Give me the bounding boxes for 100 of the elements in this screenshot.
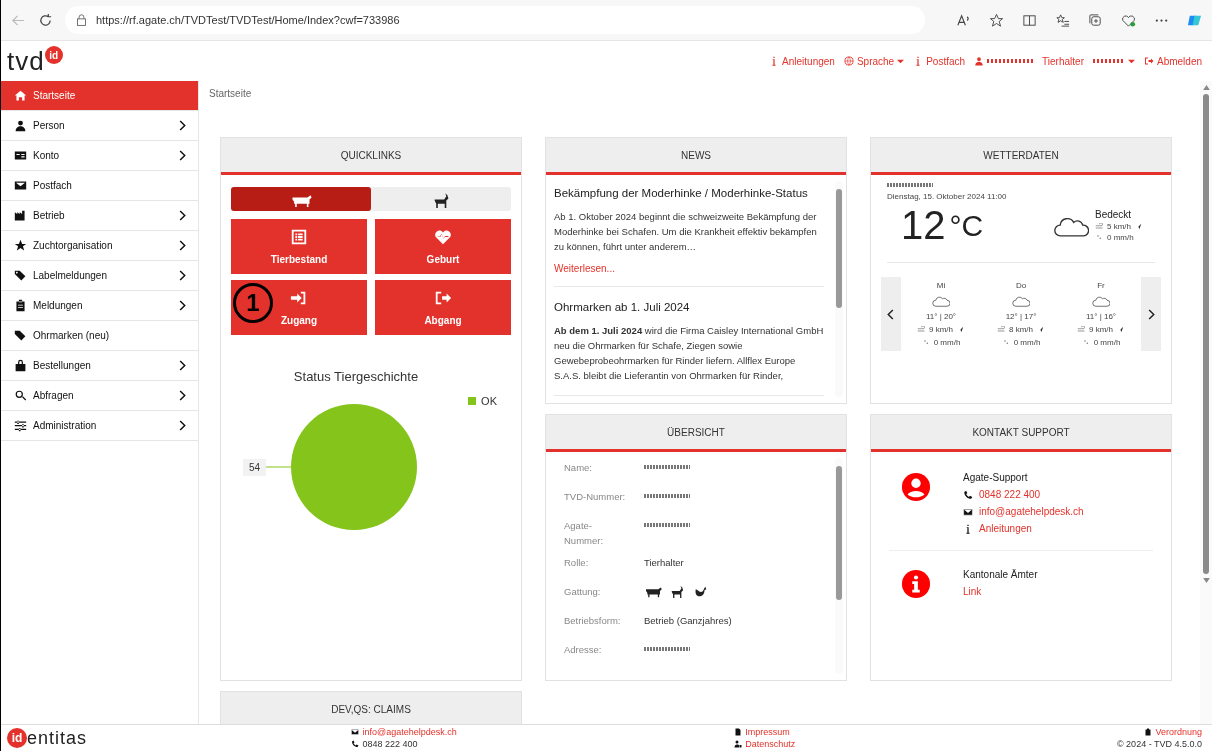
- scrollbar[interactable]: [835, 458, 843, 674]
- rain-icon: [921, 339, 931, 346]
- clipboard-icon: [14, 299, 27, 312]
- redacted-bar: [887, 183, 933, 187]
- sidebar-item[interactable]: Labelmeldungen: [1, 261, 198, 291]
- news-text: Ab dem 1. Juli 2024 wird die Firma Caisley International GmbH neu die Ohrmarken für Schafe, Ziegen sowie Gewebeprobeohrmarken für Rinder liefern. Allflex Europe S.A.S. bleibt die Lieferantin von Ohrmarken für Rinder,: [554, 324, 824, 383]
- logout-link[interactable]: Abmelden: [1143, 55, 1202, 67]
- privacy-link[interactable]: Datenschutz: [745, 738, 796, 750]
- sidebar-item[interactable]: Bestellungen: [1, 351, 198, 381]
- logo-badge: id: [44, 46, 63, 64]
- user-menu[interactable]: [974, 56, 1034, 66]
- contact-link[interactable]: info@agatehelpdesk.ch: [979, 506, 1084, 517]
- sidebar-item[interactable]: Betrieb: [1, 201, 198, 231]
- sign-out-icon: [434, 289, 452, 307]
- quicklink-tile[interactable]: Geburt: [375, 219, 511, 274]
- card-header: DEV,QS: CLAIMS: [221, 692, 521, 724]
- forecast-day: Mi: [936, 281, 946, 290]
- address-bar[interactable]: https://rf.agate.ch/TVDTest/TVDTest/Home/Index?cwf=733986: [65, 6, 925, 34]
- envelope-icon: [963, 506, 973, 517]
- chart-title: Status Tiergeschichte: [292, 369, 420, 384]
- nav-link[interactable]: Postfach: [913, 55, 966, 67]
- temperature-unit: °C: [949, 208, 984, 243]
- contact-link[interactable]: 0848 222 400: [979, 489, 1041, 500]
- forecast-day: Do: [1015, 281, 1027, 290]
- wind-icon: [997, 326, 1006, 333]
- scrollbar[interactable]: [835, 181, 843, 397]
- contact-link[interactable]: Anleitungen: [979, 523, 1032, 534]
- redacted-bar: [1092, 59, 1125, 63]
- sidebar-item[interactable]: Startseite: [1, 81, 198, 111]
- wind-speed: 9 km/h: [1089, 325, 1113, 334]
- person-icon: [14, 119, 27, 132]
- sidebar-item[interactable]: Administration: [1, 411, 198, 441]
- news-title: Ohrmarken ab 1. Juli 2024: [554, 301, 691, 313]
- refresh-icon[interactable]: [38, 12, 53, 28]
- document-icon: [734, 728, 743, 736]
- bag-icon: [14, 359, 27, 372]
- forecast-temperatures: 11° | 16°: [1085, 312, 1117, 321]
- sidebar-item[interactable]: Ohrmarken (neu): [1, 321, 198, 351]
- email-link[interactable]: info@agatehelpdesk.ch: [362, 726, 457, 738]
- contact-name: Kantonale Ämter: [963, 569, 1038, 580]
- sign-out-icon: [1143, 56, 1154, 66]
- user-lock-icon: [734, 740, 743, 748]
- tags-icon: [14, 269, 27, 282]
- star-icon[interactable]: [989, 12, 1004, 28]
- redacted-bar: [644, 647, 690, 651]
- chevron-right-icon: [178, 420, 186, 431]
- caret-icon: [1127, 57, 1135, 65]
- imprint-link[interactable]: Impressum: [745, 726, 790, 738]
- contact-link[interactable]: Link: [963, 586, 982, 597]
- chevron-right-icon: [178, 210, 186, 221]
- read-aloud-icon[interactable]: [956, 12, 971, 28]
- redacted-bar: [644, 494, 690, 498]
- card-header: WETTERDATEN: [871, 138, 1171, 175]
- envelope-icon: [351, 728, 360, 736]
- tag-icon: [14, 329, 27, 342]
- breadcrumb: Startseite: [209, 87, 253, 101]
- sidebar-item[interactable]: Person: [1, 111, 198, 141]
- field-value: Betrieb (Ganzjahres): [644, 614, 732, 628]
- phone-icon: [351, 740, 360, 748]
- forecast-temperatures: 11° | 20°: [925, 312, 957, 321]
- chevron-right-icon: [178, 120, 186, 131]
- sidebar-item[interactable]: Zuchtorganisation: [1, 231, 198, 261]
- weather-date: Dienstag, 15. Oktober 2024 11:00: [887, 192, 1008, 201]
- sidebar-item[interactable]: Konto: [1, 141, 198, 171]
- read-more-link[interactable]: Weiterlesen...: [554, 263, 824, 274]
- split-screen-icon[interactable]: [1022, 12, 1037, 28]
- wind-speed: 8 km/h: [1009, 325, 1033, 334]
- chevron-right-icon: [178, 360, 186, 371]
- rain-icon: [1001, 339, 1011, 346]
- role-dropdown[interactable]: Tierhalter: [1042, 55, 1135, 67]
- page-scrollbar[interactable]: [1200, 81, 1212, 724]
- redacted-bar: [644, 465, 690, 469]
- redacted-bar: [987, 59, 1034, 63]
- phone-icon: [963, 489, 973, 500]
- scroll-up-icon: [1202, 85, 1210, 90]
- chevron-right-icon: [1147, 308, 1155, 320]
- temperature: 12: [901, 203, 946, 248]
- card-header: KONTAKT SUPPORT: [871, 415, 1171, 452]
- collections-icon[interactable]: [1088, 12, 1103, 28]
- favorites-icon[interactable]: [1055, 12, 1070, 28]
- ordinance-link[interactable]: Verordnung: [1155, 726, 1202, 738]
- chevron-right-icon: [178, 150, 186, 161]
- nav-link[interactable]: Anleitungen: [769, 55, 835, 67]
- sidebar-item[interactable]: Postfach: [1, 171, 198, 201]
- heart-pulse-icon[interactable]: [1121, 12, 1136, 28]
- logo-badge: id: [7, 728, 27, 748]
- person-icon: [974, 56, 985, 66]
- clipboard-icon: [1144, 728, 1153, 736]
- precipitation: 0 mm/h: [1107, 233, 1134, 242]
- id-card-icon: [14, 149, 27, 162]
- language-dropdown[interactable]: Sprache: [843, 55, 905, 67]
- sidebar-item[interactable]: Abfragen: [1, 381, 198, 411]
- precipitation: 0 mm/h: [1013, 338, 1041, 347]
- sign-in-icon: [290, 289, 308, 307]
- cow-tab[interactable]: [231, 187, 371, 211]
- legend-label: OK: [481, 395, 497, 407]
- site-info-icon[interactable]: [75, 13, 88, 27]
- sidebar-item[interactable]: Meldungen: [1, 291, 198, 321]
- quicklink-tile[interactable]: Tierbestand: [231, 219, 367, 274]
- quicklink-tile[interactable]: Abgang: [375, 280, 511, 335]
